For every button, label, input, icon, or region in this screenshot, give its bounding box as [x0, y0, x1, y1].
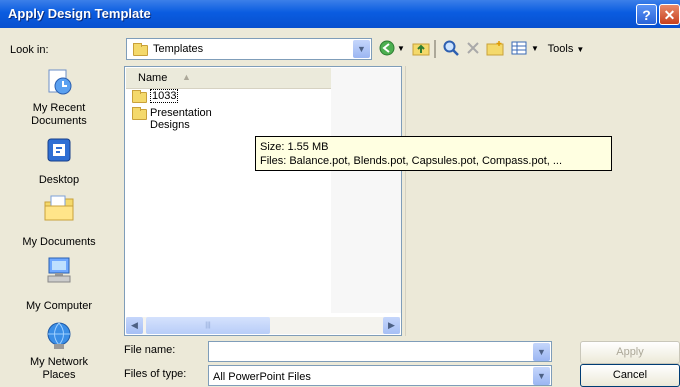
place-my-documents[interactable]: My Documents	[0, 192, 118, 248]
column-name-label: Name	[138, 72, 168, 84]
recent-documents-icon	[48, 69, 72, 95]
place-label-line2: Places	[42, 369, 76, 381]
close-button[interactable]: ✕	[659, 4, 680, 25]
new-folder-icon[interactable]	[486, 40, 504, 58]
scrollbar-thumb[interactable]: |||	[146, 317, 270, 334]
place-my-recent-documents[interactable]: My Recent Documents	[0, 66, 118, 128]
look-in-value: Templates	[153, 43, 204, 55]
folder-icon	[133, 43, 148, 56]
sort-ascending-icon: ▲	[182, 72, 191, 82]
scroll-left-icon[interactable]: ◀	[126, 317, 143, 334]
tools-menu[interactable]: Tools ▼	[544, 40, 588, 58]
place-label-line2: Documents	[31, 115, 87, 127]
file-type-label: Files of type:	[124, 368, 187, 380]
window-title: Apply Design Template	[8, 6, 151, 21]
views-icon[interactable]	[510, 40, 528, 58]
toolbar-separator	[434, 40, 436, 58]
look-in-combo[interactable]: Templates ▼	[126, 38, 372, 60]
tooltip-files: Files: Balance.pot, Blends.pot, Capsules…	[260, 155, 563, 167]
place-desktop[interactable]: Desktop	[0, 134, 118, 186]
list-item-label: Presentation Designs	[150, 107, 212, 131]
apply-button[interactable]: Apply	[580, 341, 680, 364]
title-bar: Apply Design Template ? ✕	[0, 0, 680, 28]
back-dropdown-icon[interactable]: ▼	[396, 40, 406, 58]
place-my-network-places[interactable]: My Network Places	[0, 322, 118, 386]
delete-icon[interactable]	[464, 40, 482, 58]
place-label: My Network	[29, 356, 89, 368]
help-button[interactable]: ?	[636, 4, 657, 25]
place-label: My Recent	[32, 102, 86, 114]
chevron-down-icon[interactable]: ▼	[533, 343, 550, 361]
folder-icon	[132, 107, 147, 120]
tooltip-size: Size: 1.55 MB	[260, 141, 329, 153]
horizontal-scrollbar[interactable]: ◀ ||| ▶	[126, 317, 400, 334]
list-item-label: 1033	[150, 89, 179, 103]
file-type-value: All PowerPoint Files	[213, 371, 311, 383]
search-web-icon[interactable]	[442, 40, 460, 58]
look-in-label: Look in:	[10, 44, 49, 56]
place-label: Desktop	[38, 174, 80, 186]
place-my-computer[interactable]: My Computer	[0, 256, 118, 312]
desktop-icon	[47, 138, 71, 162]
my-computer-icon	[47, 257, 71, 283]
scroll-right-icon[interactable]: ▶	[383, 317, 400, 334]
file-name-label: File name:	[124, 344, 176, 356]
file-name-field[interactable]: ▼	[208, 341, 552, 362]
tools-label: Tools	[547, 43, 574, 55]
network-places-icon	[47, 322, 71, 349]
column-filler	[331, 68, 401, 313]
place-label: My Documents	[22, 236, 96, 248]
my-documents-icon	[44, 195, 74, 221]
views-dropdown-icon[interactable]: ▼	[530, 40, 540, 58]
cancel-button[interactable]: Cancel	[580, 364, 680, 387]
place-label: My Computer	[25, 300, 93, 312]
up-folder-icon[interactable]	[412, 40, 430, 58]
column-header-name[interactable]: Name ▲	[126, 68, 331, 89]
file-list[interactable]: Name ▲ 1033 Presentation Designs ◀ ||| ▶	[124, 66, 402, 336]
chevron-down-icon[interactable]: ▼	[353, 40, 370, 58]
file-type-select[interactable]: All PowerPoint Files ▼	[208, 365, 552, 386]
preview-pane	[405, 66, 680, 336]
chevron-down-icon[interactable]: ▼	[533, 367, 550, 385]
folder-info-tooltip: Size: 1.55 MB Files: Balance.pot, Blends…	[255, 136, 612, 171]
back-icon[interactable]	[378, 40, 396, 58]
places-bar: My Recent Documents Desktop My Documents …	[0, 66, 118, 387]
folder-icon	[132, 90, 147, 103]
